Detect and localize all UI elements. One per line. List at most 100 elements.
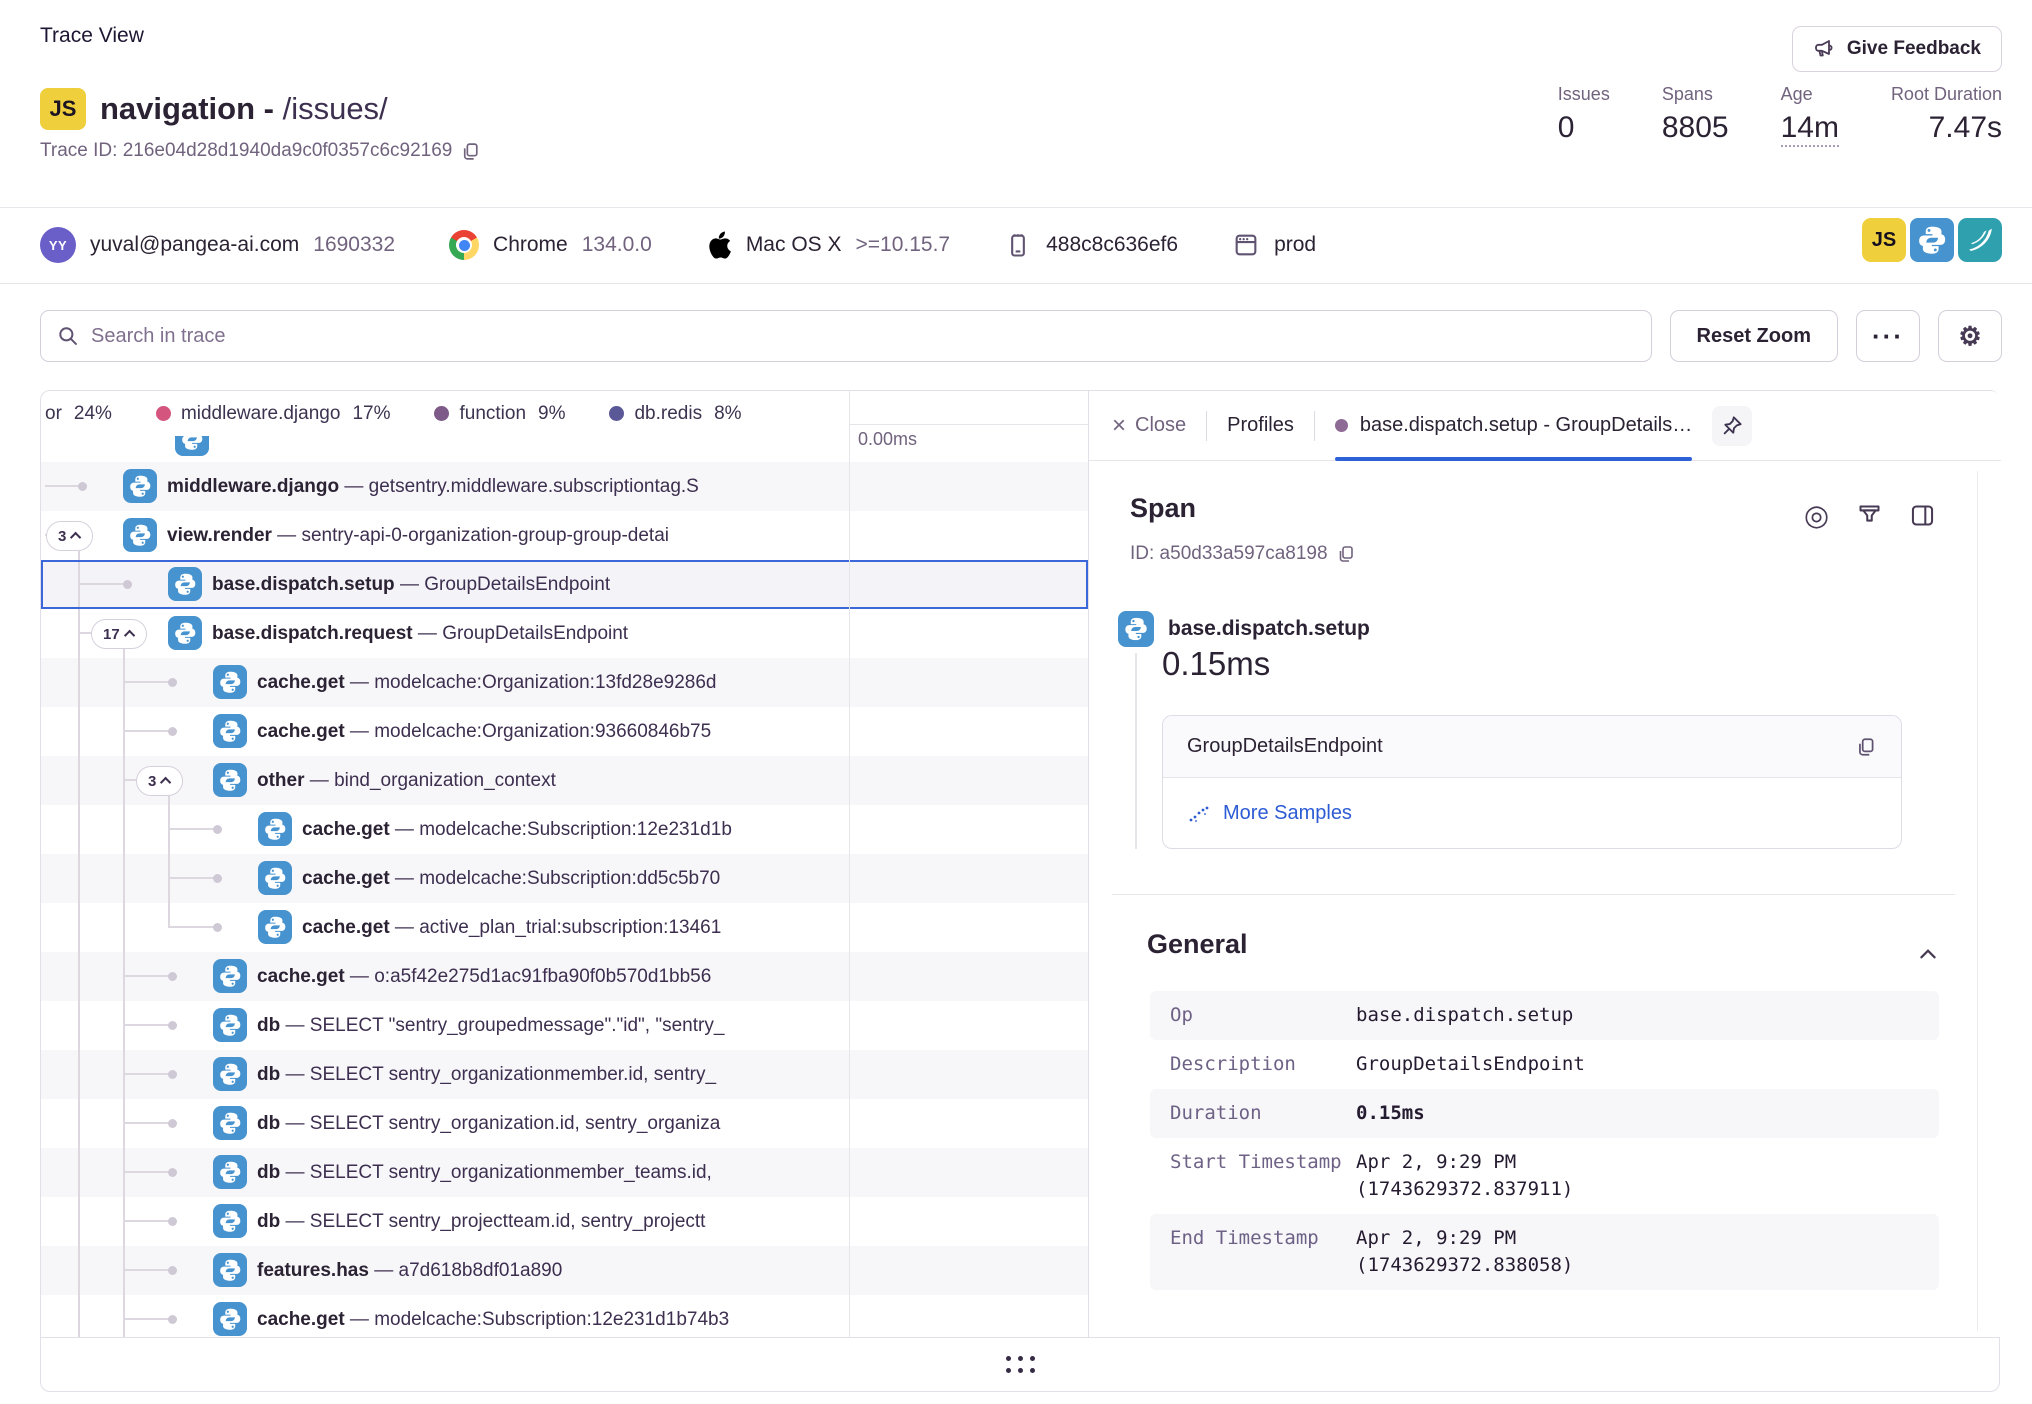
stat-value[interactable]: 14m	[1781, 111, 1839, 147]
more-samples-link[interactable]: More Samples	[1223, 802, 1352, 825]
search-input[interactable]	[91, 325, 1635, 348]
stat-label: Spans	[1662, 84, 1713, 105]
resize-bar[interactable]	[41, 1337, 1999, 1391]
stat-issues: Issues0	[1558, 84, 1610, 147]
op-separator: —	[345, 672, 375, 693]
waterfall-divider[interactable]	[849, 391, 850, 1337]
copy-icon[interactable]	[460, 141, 481, 162]
settings-button[interactable]: ⚙	[1938, 310, 2002, 362]
close-tab[interactable]: × Close	[1112, 412, 1186, 440]
python-icon	[168, 567, 202, 601]
stat-age: Age14m	[1781, 84, 1839, 147]
span-row[interactable]: db — SELECT sentry_organizationmember_te…	[257, 1148, 849, 1197]
wing-platform-icon	[1958, 218, 2002, 262]
collapse-chip[interactable]: 3	[136, 766, 183, 796]
legend-label: or	[45, 403, 62, 425]
tree-connector-dot	[168, 1021, 177, 1030]
span-row[interactable]: cache.get — modelcache:Organization:13fd…	[257, 658, 849, 707]
pin-tab-button[interactable]	[1712, 406, 1752, 446]
span-actions: ◎	[1802, 501, 1937, 530]
tree-guide-line	[78, 551, 80, 1337]
more-options-button[interactable]: ···	[1856, 310, 1920, 362]
tab-divider	[1206, 411, 1207, 441]
os-name: Mac OS X	[746, 233, 842, 257]
python-icon	[213, 714, 247, 748]
legend-item-or[interactable]: or24%	[45, 403, 112, 425]
event-meta-row: YY yuval@pangea-ai.com 1690332 Chrome 13…	[40, 208, 2002, 282]
tree-connector-dot	[168, 1119, 177, 1128]
copy-icon[interactable]	[1855, 736, 1877, 758]
collapse-chip[interactable]: 17	[91, 619, 147, 649]
tree-connector-dot	[168, 1217, 177, 1226]
tab-profiles[interactable]: Profiles	[1227, 414, 1294, 437]
span-row[interactable]: middleware.django — getsentry.middleware…	[167, 462, 849, 511]
span-description: SELECT sentry_organization.id, sentry_or…	[310, 1113, 721, 1134]
span-description: bind_organization_context	[334, 770, 556, 791]
general-value-line: GroupDetailsEndpoint	[1356, 1051, 1919, 1078]
span-row[interactable]: cache.get — active_plan_trial:subscripti…	[302, 903, 849, 952]
general-row-description: DescriptionGroupDetailsEndpoint	[1150, 1040, 1939, 1089]
span-description: getsentry.middleware.subscriptiontag.S	[369, 476, 699, 497]
span-op: cache.get	[302, 868, 390, 889]
span-row[interactable]: other — bind_organization_context	[257, 756, 849, 805]
copy-icon[interactable]	[1336, 544, 1356, 564]
avatar: YY	[40, 227, 76, 263]
python-icon	[168, 616, 202, 650]
device-icon	[1004, 231, 1032, 259]
span-row[interactable]: base.dispatch.request — GroupDetailsEndp…	[212, 609, 849, 658]
span-row[interactable]: db — SELECT sentry_organization.id, sent…	[257, 1099, 849, 1148]
op-separator: —	[280, 1113, 310, 1134]
op-separator: —	[395, 574, 425, 595]
environment-icon	[1232, 231, 1260, 259]
legend-item-db.redis[interactable]: db.redis8%	[609, 403, 741, 425]
python-icon	[1118, 611, 1154, 647]
reset-zoom-button[interactable]: Reset Zoom	[1670, 310, 1838, 362]
time-marker: 0.00ms	[858, 429, 917, 450]
span-row[interactable]: db — SELECT sentry_projectteam.id, sentr…	[257, 1197, 849, 1246]
collapse-chevron-icon[interactable]	[1917, 943, 1939, 970]
general-value: Apr 2, 9:29 PM(1743629372.837911)	[1356, 1149, 1919, 1203]
give-feedback-button[interactable]: Give Feedback	[1792, 26, 2002, 72]
chip-count: 3	[58, 528, 66, 545]
divider	[0, 283, 2032, 284]
general-value-line: (1743629372.837911)	[1356, 1176, 1919, 1203]
close-icon: ×	[1112, 412, 1126, 440]
trace-id: Trace ID: 216e04d28d1940da9c0f0357c6c921…	[40, 140, 452, 162]
span-op: cache.get	[257, 966, 345, 987]
span-description: modelcache:Organization:93660846b75	[374, 721, 711, 742]
trace-title-path: /issues/	[283, 91, 388, 126]
python-icon	[213, 1155, 247, 1189]
legend-item-middleware.django[interactable]: middleware.django17%	[156, 403, 391, 425]
focus-icon[interactable]: ◎	[1802, 501, 1831, 530]
span-description: a7d618b8df01a890	[399, 1260, 563, 1281]
legend-dot-icon	[156, 406, 171, 421]
span-row[interactable]: cache.get — modelcache:Subscription:dd5c…	[302, 854, 849, 903]
span-row[interactable]: features.has — a7d618b8df01a890	[257, 1246, 849, 1295]
span-row[interactable]: db — SELECT "sentry_groupedmessage"."id"…	[257, 1001, 849, 1050]
tree-connector-dot	[168, 1070, 177, 1079]
search-box[interactable]	[40, 310, 1652, 362]
python-icon	[258, 812, 292, 846]
span-description: GroupDetailsEndpoint	[442, 623, 628, 644]
span-op: middleware.django	[167, 476, 339, 497]
op-separator: —	[272, 525, 302, 546]
span-row[interactable]: cache.get — o:a5f42e275d1ac91fba90f0b570…	[257, 952, 849, 1001]
python-icon	[213, 1204, 247, 1238]
funnel-icon[interactable]	[1855, 501, 1884, 530]
collapse-chip[interactable]: 3	[46, 521, 93, 551]
span-row[interactable]: db — SELECT sentry_organizationmember.id…	[257, 1050, 849, 1099]
tree-connector-dot	[168, 1315, 177, 1324]
span-row[interactable]: cache.get — modelcache:Organization:9366…	[257, 707, 849, 756]
scrollbar-track[interactable]	[1977, 471, 1978, 1331]
tab-span-active[interactable]: base.dispatch.setup - GroupDetails…	[1335, 391, 1692, 460]
tree-guide-line	[123, 649, 125, 1337]
tree-connector-dot	[78, 482, 87, 491]
op-separator: —	[345, 966, 375, 987]
span-row[interactable]: cache.get — modelcache:Subscription:12e2…	[302, 805, 849, 854]
legend-item-function[interactable]: function9%	[434, 403, 565, 425]
span-row[interactable]: cache.get — modelcache:Subscription:12e2…	[257, 1295, 849, 1337]
span-row[interactable]: view.render — sentry-api-0-organization-…	[167, 511, 849, 560]
layout-columns-icon[interactable]	[1908, 501, 1937, 530]
span-row[interactable]: base.dispatch.setup — GroupDetailsEndpoi…	[212, 560, 849, 609]
span-id: ID: a50d33a597ca8198	[1130, 543, 1328, 565]
